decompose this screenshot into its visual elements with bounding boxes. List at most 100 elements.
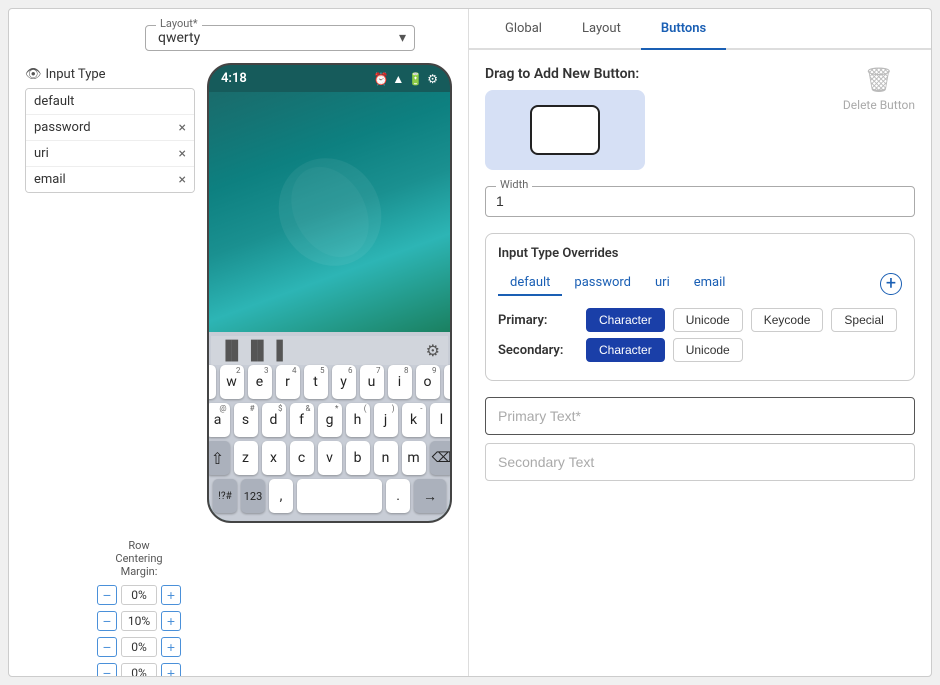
key-m[interactable]: m [402,441,426,475]
tab-global[interactable]: Global [485,9,562,50]
overrides-tabs: default password uri email + [498,271,902,296]
key-u[interactable]: u7 [360,365,384,399]
keyboard-gear-icon[interactable]: ⚙ [426,341,440,360]
overrides-tab-default[interactable]: default [498,271,562,296]
key-return[interactable]: → [414,479,446,513]
button-preview-area[interactable] [485,90,645,170]
input-type-item-email[interactable]: email × [26,167,194,192]
key-period[interactable]: . [386,479,410,513]
key-c[interactable]: c [290,441,314,475]
settings-icon[interactable]: ⚙ [427,72,438,86]
keyboard-row-2: a@ s# d$ f& g* h( j) k- l [213,403,446,437]
key-d[interactable]: d$ [262,403,286,437]
key-i[interactable]: i8 [388,365,412,399]
layout-selector-value: qwerty [158,30,200,46]
remove-uri-icon[interactable]: × [179,147,186,161]
key-backspace[interactable]: ⌫ [430,441,453,475]
row-ctrl-minus-2[interactable]: − [97,637,117,657]
input-type-item-password[interactable]: password × [26,115,194,141]
secondary-text-input[interactable] [485,443,915,481]
key-w[interactable]: w2 [220,365,244,399]
overrides-title: Input Type Overrides [498,246,902,261]
input-type-item-uri[interactable]: uri × [26,141,194,167]
delete-button-area[interactable]: 🗑 Delete Button [843,66,915,112]
key-space[interactable] [297,479,382,513]
key-z[interactable]: z [234,441,258,475]
key-k[interactable]: k- [402,403,426,437]
row-ctrl-minus-0[interactable]: − [97,585,117,605]
key-h[interactable]: h( [346,403,370,437]
secondary-unicode-btn[interactable]: Unicode [673,338,743,362]
overrides-tab-password[interactable]: password [562,271,643,296]
keyboard-row-4: !?# 123 , . → [213,479,446,513]
key-r[interactable]: r4 [276,365,300,399]
primary-text-input[interactable] [485,397,915,435]
row-controls: Row Centering Margin: − 0% + − 10% + − 0… [97,539,181,677]
row-control-1: − 10% + [97,611,181,631]
key-o[interactable]: o9 [416,365,440,399]
phone-status-bar: 4:18 ⏰ ▲ 🔋 ⚙ [209,65,450,92]
layout-selector[interactable]: Layout* qwerty ▾ [145,25,415,51]
row-ctrl-plus-1[interactable]: + [161,611,181,631]
key-v[interactable]: v [318,441,342,475]
remove-password-icon[interactable]: × [179,121,186,135]
row-ctrl-minus-3[interactable]: − [97,663,117,677]
key-s[interactable]: s# [234,403,258,437]
key-q[interactable]: q [207,365,216,399]
row-ctrl-minus-1[interactable]: − [97,611,117,631]
row-control-0: − 0% + [97,585,181,605]
barcode-icon[interactable]: ▐▌▐▌▐ [219,340,283,361]
primary-keycode-btn[interactable]: Keycode [751,308,824,332]
keyboard-row-3: ⇧ z x c v b n m ⌫ [213,441,446,475]
row-control-2: − 0% + [97,637,181,657]
add-override-tab-button[interactable]: + [880,273,902,295]
row-ctrl-val-3: 0% [121,663,157,677]
key-a[interactable]: a@ [207,403,230,437]
primary-special-btn[interactable]: Special [831,308,896,332]
overrides-tab-email[interactable]: email [682,271,738,296]
drag-label: Drag to Add New Button: [485,66,819,82]
phone-icons: ⏰ ▲ 🔋 ⚙ [373,72,438,86]
primary-character-btn[interactable]: Character [586,308,665,332]
delete-button-label: Delete Button [843,98,915,112]
row-ctrl-plus-2[interactable]: + [161,637,181,657]
row-ctrl-plus-0[interactable]: + [161,585,181,605]
key-g[interactable]: g* [318,403,342,437]
tab-layout[interactable]: Layout [562,9,641,50]
key-n[interactable]: n [374,441,398,475]
row-ctrl-val-2: 0% [121,637,157,657]
key-y[interactable]: y6 [332,365,356,399]
key-j[interactable]: j) [374,403,398,437]
key-symbols[interactable]: !?# [213,479,237,513]
keyboard-toolbar: ▐▌▐▌▐ ⚙ [211,336,448,365]
key-e[interactable]: e3 [248,365,272,399]
keyboard-rows: q w2 e3 r4 t5 y6 u7 i8 o9 p0 [211,365,448,517]
primary-type-row: Primary: Character Unicode Keycode Speci… [498,308,902,332]
row-ctrl-val-1: 10% [121,611,157,631]
layout-selector-label: Layout* [156,17,202,30]
key-p[interactable]: p0 [444,365,453,399]
key-comma[interactable]: , [269,479,293,513]
secondary-character-btn[interactable]: Character [586,338,665,362]
remove-email-icon[interactable]: × [179,173,186,187]
width-input[interactable] [496,193,904,209]
row-control-3: − 0% + [97,663,181,677]
key-shift[interactable]: ⇧ [207,441,230,475]
width-field: Width [485,186,915,217]
key-f[interactable]: f& [290,403,314,437]
key-x[interactable]: x [262,441,286,475]
trash-icon: 🗑 [864,66,894,94]
tab-buttons[interactable]: Buttons [641,9,726,50]
input-type-list: default password × uri × email × [25,88,195,193]
overrides-box: Input Type Overrides default password ur… [485,233,915,381]
key-t[interactable]: t5 [304,365,328,399]
key-l[interactable]: l [430,403,453,437]
row-ctrl-plus-3[interactable]: + [161,663,181,677]
key-123[interactable]: 123 [241,479,265,513]
secondary-type-row: Secondary: Character Unicode [498,338,902,362]
overrides-tab-uri[interactable]: uri [643,271,682,296]
input-type-item-default[interactable]: default [26,89,194,115]
panel-tabs: Global Layout Buttons [469,9,931,50]
key-b[interactable]: b [346,441,370,475]
primary-unicode-btn[interactable]: Unicode [673,308,743,332]
